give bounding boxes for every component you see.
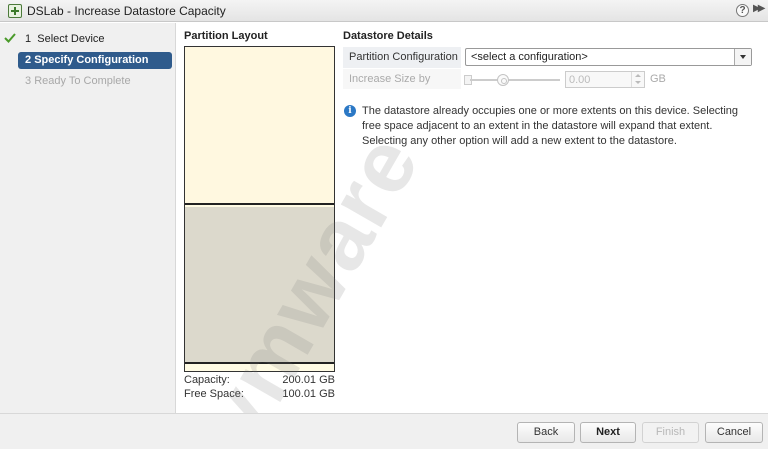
increase-size-value: 0.00 [569,74,591,86]
slider-thumb[interactable] [497,74,509,86]
step-label: Select Device [37,33,105,45]
partition-config-value: <select a configuration> [471,51,588,63]
cancel-button[interactable]: Cancel [705,422,763,443]
increase-size-label: Increase Size by [349,73,431,85]
info-icon: i [344,105,356,117]
datastore-icon [8,4,22,18]
step-ready-to-complete: 3 Ready To Complete [18,73,172,90]
next-button[interactable]: Next [580,422,636,443]
partition-config-select[interactable]: <select a configuration> [465,48,752,66]
window-title: DSLab - Increase Datastore Capacity [27,4,226,18]
back-button[interactable]: Back [517,422,575,443]
check-icon [4,33,16,43]
step-select-device[interactable]: 1 Select Device [18,31,172,48]
increase-size-input[interactable]: 0.00 [565,71,645,88]
partition-layout-title: Partition Layout [184,30,268,42]
wizard-steps-sidebar: 1 Select Device 2 Specify Configuration … [0,23,176,413]
spinner-icon[interactable] [631,72,644,87]
step-number: 3 [25,75,32,87]
datastore-details-title: Datastore Details [343,30,433,42]
wizard-footer: Back Next Finish Cancel [0,413,768,449]
double-chevron-right-icon[interactable]: ▶▶ [753,3,766,14]
step-label: Ready To Complete [34,75,131,87]
finish-button: Finish [642,422,699,443]
step-label: Specify Configuration [34,54,149,66]
step-specify-configuration[interactable]: 2 Specify Configuration [18,52,172,69]
increase-size-unit: GB [650,73,666,85]
help-icon[interactable]: ? [736,4,749,17]
title-bar: DSLab - Increase Datastore Capacity ? ▶▶ [0,0,768,22]
partition-config-label: Partition Configuration [349,51,458,63]
free-space-partition[interactable] [185,47,334,205]
chevron-down-icon[interactable] [734,49,751,65]
info-message: The datastore already occupies one or mo… [362,105,739,147]
step-number: 1 [25,33,32,45]
step-number: 2 [25,54,32,66]
increase-size-slider[interactable] [470,79,560,81]
